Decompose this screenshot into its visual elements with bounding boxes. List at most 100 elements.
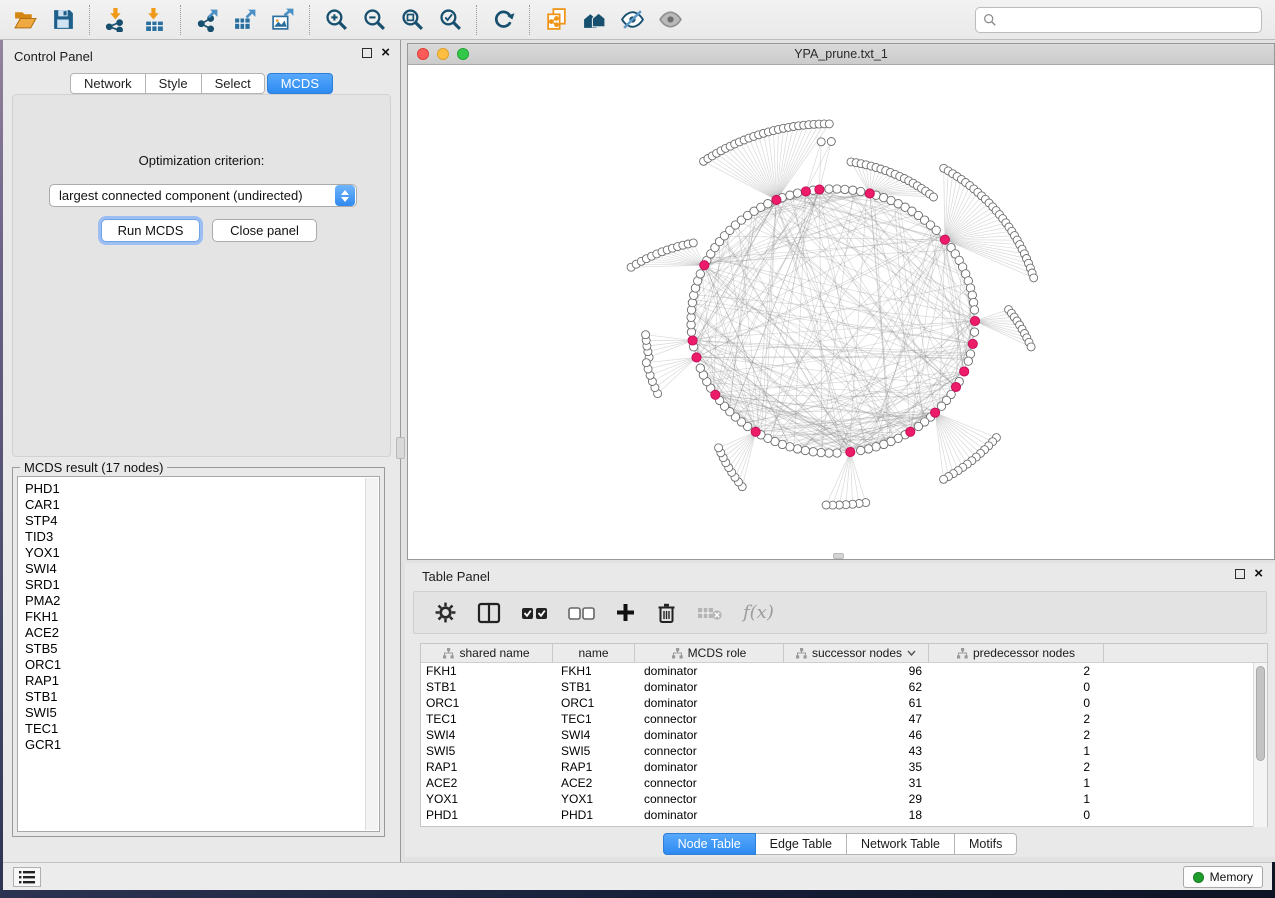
graph-node-mcds[interactable] bbox=[970, 316, 979, 325]
mcds-result-item[interactable]: CAR1 bbox=[18, 497, 363, 513]
graph-node[interactable] bbox=[817, 138, 825, 146]
vertical-splitter-handle[interactable] bbox=[396, 437, 405, 459]
tab-node-table[interactable]: Node Table bbox=[663, 833, 756, 855]
table-row[interactable]: TEC1TEC1connector472 bbox=[421, 711, 1267, 727]
close-panel-button[interactable]: Close panel bbox=[212, 219, 317, 242]
graph-node[interactable] bbox=[1027, 343, 1035, 351]
graph-node[interactable] bbox=[930, 193, 938, 201]
graph-node[interactable] bbox=[827, 138, 835, 146]
graph-node-mcds[interactable] bbox=[711, 390, 720, 399]
graph-node[interactable] bbox=[964, 357, 972, 365]
criterion-dropdown[interactable]: largest connected component (undirected) bbox=[49, 184, 357, 207]
delete-column-icon[interactable] bbox=[656, 602, 677, 624]
import-network-icon[interactable] bbox=[97, 3, 135, 37]
table-scrollbar[interactable] bbox=[1253, 663, 1267, 827]
table-row[interactable]: FKH1FKH1dominator962 bbox=[421, 663, 1267, 679]
column-header-successor-nodes[interactable]: successor nodes bbox=[784, 644, 929, 662]
graph-node-mcds[interactable] bbox=[700, 261, 709, 270]
graph-node[interactable] bbox=[872, 443, 880, 451]
zoom-out-icon[interactable] bbox=[355, 3, 393, 37]
mcds-result-item[interactable]: SWI4 bbox=[18, 561, 363, 577]
graph-node[interactable] bbox=[857, 187, 865, 195]
mcds-result-item[interactable]: STB5 bbox=[18, 641, 363, 657]
graph-node[interactable] bbox=[1030, 274, 1038, 282]
export-image-icon[interactable] bbox=[264, 3, 302, 37]
delete-table-icon[interactable] bbox=[697, 604, 723, 622]
tab-mcds[interactable]: MCDS bbox=[267, 73, 333, 94]
graph-node-mcds[interactable] bbox=[865, 189, 874, 198]
network-canvas[interactable] bbox=[408, 65, 1274, 559]
close-table-panel-icon[interactable]: × bbox=[1254, 569, 1263, 579]
graph-node-mcds[interactable] bbox=[815, 185, 824, 194]
mcds-list-scrollbar[interactable] bbox=[365, 478, 378, 830]
graph-node[interactable] bbox=[696, 270, 704, 278]
function-builder-icon[interactable]: f(x) bbox=[743, 602, 774, 623]
open-session-icon[interactable] bbox=[6, 3, 44, 37]
search-field[interactable] bbox=[975, 7, 1262, 33]
graph-node-mcds[interactable] bbox=[751, 427, 760, 436]
import-table-icon[interactable] bbox=[135, 3, 173, 37]
column-header-predecessor-nodes[interactable]: predecessor nodes bbox=[929, 644, 1104, 662]
table-row[interactable]: RAP1RAP1dominator352 bbox=[421, 759, 1267, 775]
graph-node-mcds[interactable] bbox=[906, 427, 915, 436]
graph-node-mcds[interactable] bbox=[968, 339, 977, 348]
mcds-result-item[interactable]: TID3 bbox=[18, 529, 363, 545]
run-mcds-button[interactable]: Run MCDS bbox=[101, 219, 200, 242]
graph-node[interactable] bbox=[825, 449, 833, 457]
tab-style[interactable]: Style bbox=[146, 73, 202, 94]
table-row[interactable]: ORC1ORC1dominator610 bbox=[421, 695, 1267, 711]
table-settings-gear-icon[interactable] bbox=[434, 601, 457, 624]
graph-node[interactable] bbox=[793, 445, 801, 453]
tab-network[interactable]: Network bbox=[70, 73, 146, 94]
graph-node-mcds[interactable] bbox=[692, 353, 701, 362]
mcds-result-item[interactable]: SWI5 bbox=[18, 705, 363, 721]
add-column-icon[interactable] bbox=[615, 602, 636, 623]
graph-node[interactable] bbox=[825, 120, 833, 128]
graph-node[interactable] bbox=[833, 449, 841, 457]
graph-node-mcds[interactable] bbox=[960, 367, 969, 376]
mcds-result-item[interactable]: RAP1 bbox=[18, 673, 363, 689]
zoom-fit-icon[interactable] bbox=[393, 3, 431, 37]
table-row[interactable]: PHD1PHD1dominator180 bbox=[421, 807, 1267, 823]
graph-node-mcds[interactable] bbox=[951, 382, 960, 391]
graph-node-mcds[interactable] bbox=[931, 408, 940, 417]
export-network-icon[interactable] bbox=[188, 3, 226, 37]
mcds-result-item[interactable]: ACE2 bbox=[18, 625, 363, 641]
graph-node-mcds[interactable] bbox=[772, 195, 781, 204]
task-history-button[interactable] bbox=[13, 867, 41, 887]
export-table-icon[interactable] bbox=[226, 3, 264, 37]
table-row[interactable]: SWI4SWI4dominator462 bbox=[421, 727, 1267, 743]
maximize-window-light[interactable] bbox=[457, 48, 469, 60]
home-views-icon[interactable] bbox=[575, 3, 613, 37]
graph-node[interactable] bbox=[864, 445, 872, 453]
graph-node-mcds[interactable] bbox=[688, 336, 697, 345]
graph-node-mcds[interactable] bbox=[846, 448, 855, 457]
column-header-name[interactable]: name bbox=[553, 644, 635, 662]
graph-node[interactable] bbox=[809, 448, 817, 456]
float-table-panel-icon[interactable] bbox=[1235, 569, 1245, 579]
mcds-result-item[interactable]: PHD1 bbox=[18, 481, 363, 497]
graph-node[interactable] bbox=[833, 185, 841, 193]
mcds-result-item[interactable]: STB1 bbox=[18, 689, 363, 705]
graph-node[interactable] bbox=[817, 448, 825, 456]
mcds-result-listbox[interactable]: PHD1CAR1STP4TID3YOX1SWI4SRD1PMA2FKH1ACE2… bbox=[17, 476, 380, 832]
mcds-result-item[interactable]: FKH1 bbox=[18, 609, 363, 625]
graph-node[interactable] bbox=[715, 444, 723, 452]
graph-node-mcds[interactable] bbox=[801, 187, 810, 196]
minimize-window-light[interactable] bbox=[437, 48, 449, 60]
close-panel-icon[interactable]: × bbox=[381, 48, 390, 58]
graph-node[interactable] bbox=[642, 331, 650, 339]
table-row[interactable]: STB1STB1dominator620 bbox=[421, 679, 1267, 695]
mcds-result-item[interactable]: GCR1 bbox=[18, 737, 363, 753]
graph-node[interactable] bbox=[841, 185, 849, 193]
table-row[interactable]: ACE2ACE2connector311 bbox=[421, 775, 1267, 791]
mcds-result-item[interactable]: TEC1 bbox=[18, 721, 363, 737]
search-input[interactable] bbox=[1002, 13, 1261, 27]
graph-node[interactable] bbox=[696, 364, 704, 372]
graph-node[interactable] bbox=[689, 239, 697, 247]
graph-node[interactable] bbox=[932, 226, 940, 234]
float-panel-icon[interactable] bbox=[362, 48, 372, 58]
mcds-result-item[interactable]: YOX1 bbox=[18, 545, 363, 561]
zoom-selected-icon[interactable] bbox=[431, 3, 469, 37]
deselect-all-rows-icon[interactable] bbox=[568, 605, 595, 621]
